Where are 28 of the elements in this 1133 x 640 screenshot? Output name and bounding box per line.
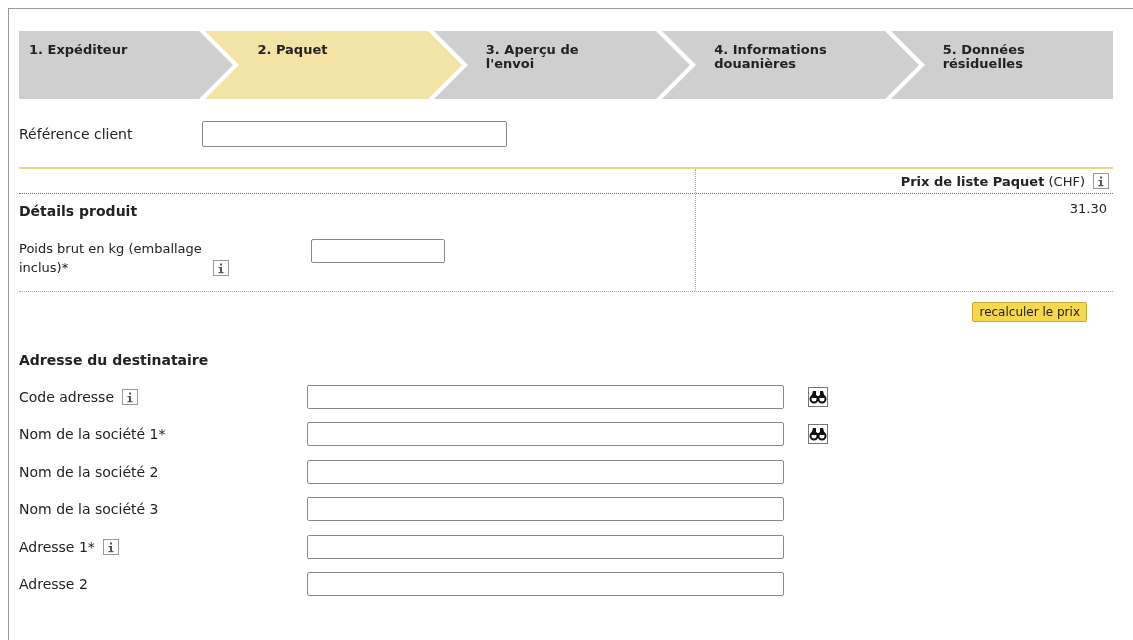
input-field[interactable] [307,497,784,522]
field-label: Poids brut en kg (emballage inclus)* [19,240,203,277]
field-label: Nom de la société 3 [19,501,159,518]
info-icon[interactable] [122,388,139,405]
field-label: Nom de la société 1* [19,426,166,443]
input-field[interactable] [307,572,784,597]
info-icon[interactable] [213,260,229,276]
input-field[interactable] [307,384,784,409]
input-field[interactable] [307,459,784,484]
info-icon[interactable] [102,538,119,555]
field-label: Code adresse [19,388,115,405]
field-label: Adresse 1* [19,538,95,555]
binoculars-icon[interactable] [808,424,828,445]
input-field[interactable] [202,121,507,147]
field-label: Référence client [19,126,134,142]
price-heading: Prix de liste Paquet (CHF) [900,173,1085,189]
input-field[interactable] [307,422,784,447]
recalculate-button[interactable]: recalculer le prix [972,302,1087,322]
field-label: Nom de la société 2 [19,463,159,480]
input-field[interactable] [311,239,445,263]
step-tab[interactable]: 5. Données résiduelles [928,31,1114,99]
binoculars-icon[interactable] [808,386,828,407]
section-heading: Détails produit [19,202,139,221]
input-field[interactable] [307,534,784,559]
section-heading: Adresse du destinataire [19,352,210,368]
info-icon[interactable] [1093,173,1109,189]
price-value: 31.30 [1068,200,1108,216]
field-label: Adresse 2 [19,576,88,593]
